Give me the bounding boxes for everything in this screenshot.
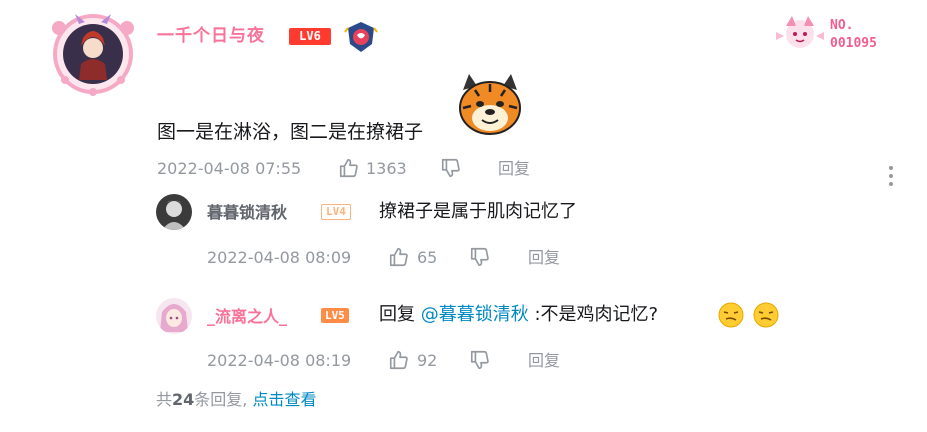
reply-content: 回复 @暮暮锁清秋 :不是鸡肉记忆?: [379, 303, 658, 327]
reply-prefix: 回复: [379, 304, 415, 325]
reply-time: 2022-04-08 08:19: [207, 351, 352, 370]
level-badge: LV5: [321, 308, 349, 323]
smirk-emoji: [717, 301, 745, 329]
reply-content: 撩裙子是属于肌肉记忆了: [379, 201, 577, 222]
level-badge: LV4: [321, 204, 351, 220]
reply-text: :不是鸡肉记忆?: [534, 304, 659, 325]
like-count: 65: [417, 248, 438, 267]
reply-count-suffix: 条回复,: [194, 390, 248, 409]
tiger-sticker: [455, 72, 525, 138]
like-count: 92: [417, 351, 438, 370]
view-all-replies-link[interactable]: 点击查看: [252, 390, 316, 409]
fan-card-label: NO.: [830, 18, 854, 33]
thumbs-up-icon[interactable]: [388, 246, 410, 272]
thumbs-up-icon[interactable]: [338, 157, 360, 183]
avatar-with-pendant[interactable]: [45, 8, 141, 96]
thumbs-down-icon[interactable]: [469, 349, 491, 375]
thumbs-down-icon[interactable]: [440, 157, 462, 183]
reply-username[interactable]: _流离之人_: [207, 306, 287, 328]
fan-card-number: 001095: [830, 36, 877, 51]
mention-link[interactable]: @暮暮锁清秋: [421, 304, 529, 325]
like-count: 1363: [366, 159, 407, 178]
reply-username[interactable]: 暮暮锁清秋: [207, 202, 287, 224]
avatar[interactable]: [156, 298, 192, 334]
comment-time: 2022-04-08 07:55: [157, 159, 302, 178]
main-username[interactable]: 一千个日与夜: [157, 24, 265, 48]
comment-content: 图一是在淋浴，图二是在撩裙子: [157, 121, 424, 143]
medal-icon: [344, 20, 378, 54]
reply-count: 24: [172, 390, 195, 409]
avatar[interactable]: [156, 194, 192, 230]
smirk-emoji: [752, 301, 780, 329]
level-badge: LV6: [289, 28, 331, 45]
reply-count-prefix: 共: [156, 390, 173, 409]
reply-count-summary: 共24条回复, 点击查看: [156, 389, 316, 411]
thumbs-up-icon[interactable]: [388, 349, 410, 375]
reply-button[interactable]: 回复: [528, 248, 560, 268]
reply-time: 2022-04-08 08:09: [207, 248, 352, 267]
more-vertical-icon[interactable]: [886, 166, 896, 190]
reply-button[interactable]: 回复: [528, 351, 560, 371]
thumbs-down-icon[interactable]: [469, 246, 491, 272]
reply-button[interactable]: 回复: [498, 159, 530, 179]
